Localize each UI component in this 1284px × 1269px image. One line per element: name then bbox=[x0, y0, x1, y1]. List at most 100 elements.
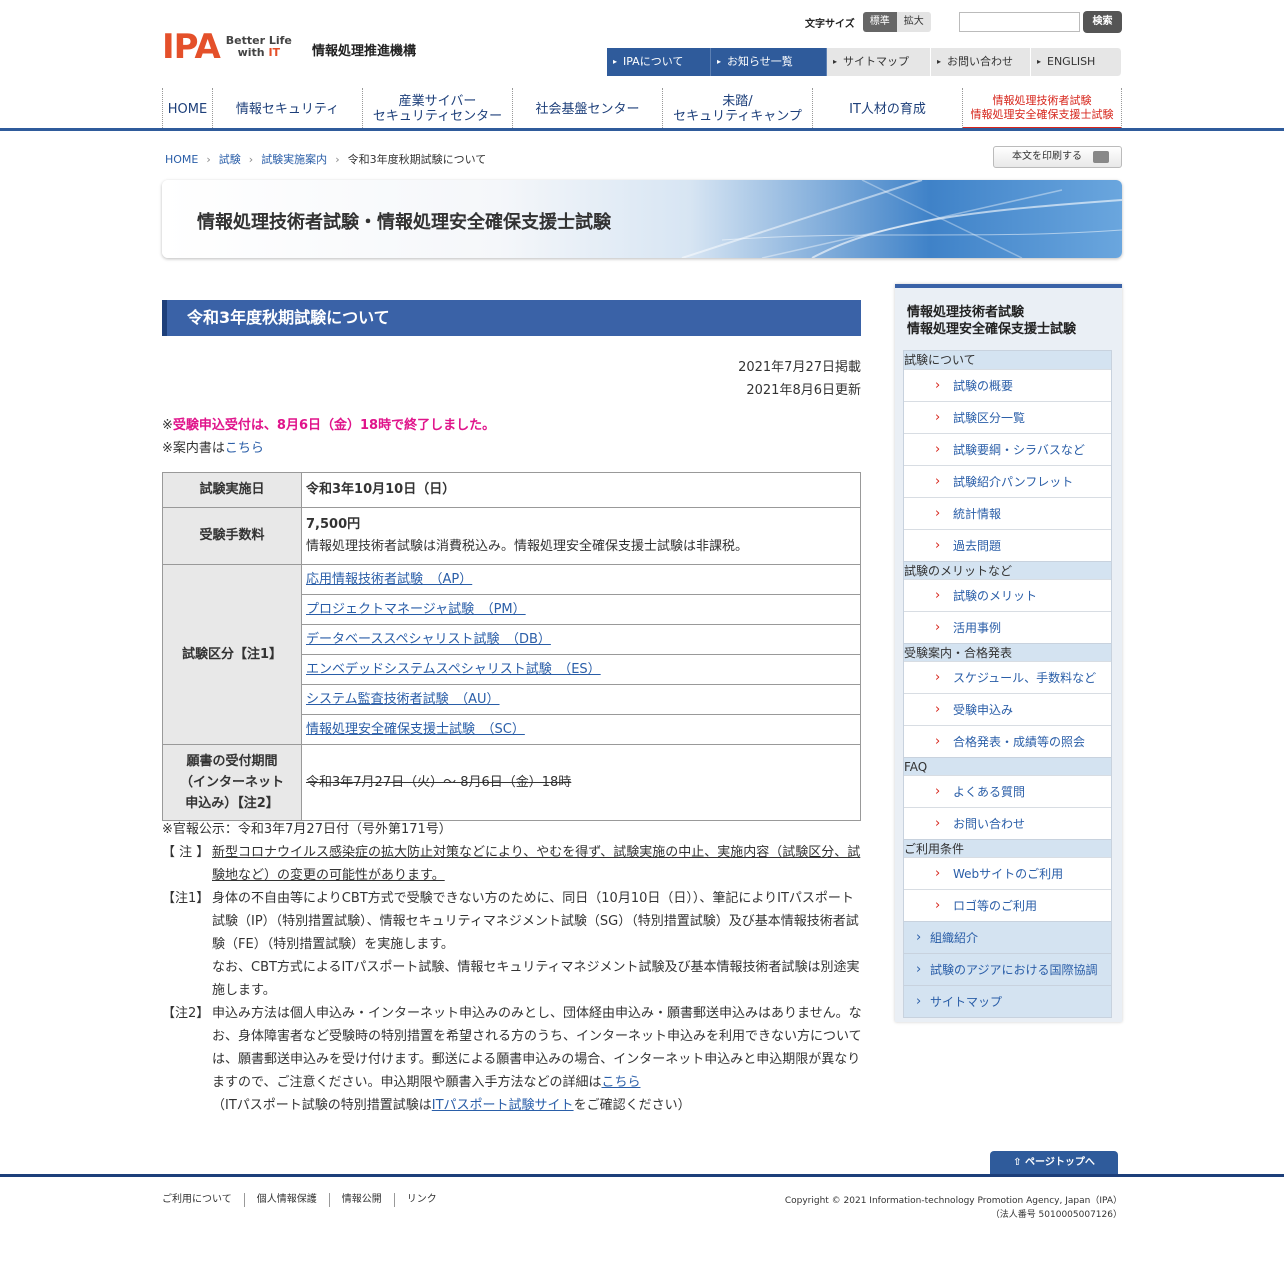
exam-link-es[interactable]: エンベデッドシステムスペシャリスト試験 （ES） bbox=[306, 662, 601, 677]
site-header: IPA Better Life with IT 情報処理推進機構 文字サイズ 標… bbox=[0, 0, 1284, 132]
sidebar-item-apply[interactable]: 受験申込み bbox=[904, 693, 1111, 726]
gnav-icscoe[interactable]: 産業サイバー セキュリティセンター bbox=[362, 88, 512, 130]
footer-link-privacy[interactable]: 個人情報保護 bbox=[243, 1193, 329, 1207]
search-button[interactable]: 検索 bbox=[1083, 11, 1122, 33]
sidebar-item-past-questions[interactable]: 過去問題 bbox=[904, 529, 1111, 562]
sidebar-item-website-terms[interactable]: Webサイトのご利用 bbox=[904, 857, 1111, 890]
application-closed-notice: ※受験申込受付は、8月6日（金）18時で終了しました。 bbox=[162, 418, 496, 433]
font-size-switcher: 文字サイズ 標準 拡大 bbox=[805, 12, 931, 32]
footer-link-links[interactable]: リンク bbox=[393, 1193, 449, 1207]
exam-category-label: 試験区分【注1】 bbox=[162, 564, 302, 745]
exam-category-cell: プロジェクトマネージャ試験 （PM） bbox=[301, 594, 861, 625]
exam-fee-note: 情報処理技術者試験は消費税込み。情報処理安全確保支援士試験は非課税。 bbox=[306, 539, 749, 554]
notes-block: ※官報公示：令和3年7月27日付（号外第171号） 【 注 】 新型コロナウイル… bbox=[162, 818, 862, 1117]
gnav-security[interactable]: 情報セキュリティ bbox=[212, 88, 362, 130]
note-label: 【注2】 bbox=[162, 1006, 210, 1021]
util-nav-english[interactable]: ENGLISH bbox=[1031, 48, 1122, 76]
sidebar-item-categories[interactable]: 試験区分一覧 bbox=[904, 401, 1111, 434]
sidebar-category: 試験について bbox=[904, 351, 1111, 369]
footer-links: ご利用について 個人情報保護 情報公開 リンク bbox=[162, 1193, 449, 1207]
guide-link[interactable]: こちら bbox=[225, 441, 264, 456]
exam-date-value: 令和3年10月10日（日） bbox=[301, 472, 861, 508]
breadcrumb-exam[interactable]: 試験 bbox=[219, 151, 241, 167]
ipa-logo[interactable]: IPA Better Life with IT bbox=[162, 30, 292, 64]
exam-link-pm[interactable]: プロジェクトマネージャ試験 （PM） bbox=[306, 602, 526, 617]
note-label: 【 注 】 bbox=[162, 845, 210, 860]
footer-link-terms[interactable]: ご利用について bbox=[162, 1193, 244, 1207]
sidebar-link-asia[interactable]: 試験のアジアにおける国際協調 bbox=[904, 953, 1111, 986]
page-title: 令和3年度秋期試験について bbox=[162, 300, 861, 336]
breadcrumb-home[interactable]: HOME bbox=[165, 153, 198, 166]
exam-category-cell: 情報処理安全確保支援士試験 （SC） bbox=[301, 714, 861, 745]
sidebar-item-schedule[interactable]: スケジュール、手数料など bbox=[904, 661, 1111, 694]
sidebar-item-overview[interactable]: 試験の概要 bbox=[904, 369, 1111, 402]
chevron-right-icon: › bbox=[206, 152, 211, 166]
sidebar-item-contact[interactable]: お問い合わせ bbox=[904, 807, 1111, 840]
utility-nav: IPAについて お知らせ一覧 サイトマップ お問い合わせ ENGLISH bbox=[607, 48, 1122, 76]
util-nav-about[interactable]: IPAについて bbox=[607, 48, 711, 76]
publish-dates: 2021年7月27日掲載 2021年8月6日更新 bbox=[600, 356, 861, 402]
font-size-large-button[interactable]: 拡大 bbox=[896, 12, 931, 32]
search-input[interactable] bbox=[959, 12, 1080, 32]
chevron-right-icon: › bbox=[335, 152, 340, 166]
note-label: 【注1】 bbox=[162, 891, 210, 906]
sidebar-link-sitemap[interactable]: サイトマップ bbox=[904, 985, 1111, 1018]
application-period-value: 令和3年7月27日（火）～ 8月6日（金）18時 bbox=[301, 744, 861, 821]
sidebar-item-pamphlet[interactable]: 試験紹介パンフレット bbox=[904, 465, 1111, 498]
gnav-home[interactable]: HOME bbox=[162, 88, 212, 130]
exam-link-sc[interactable]: 情報処理安全確保支援士試験 （SC） bbox=[306, 722, 525, 737]
breadcrumb-current: 令和3年度秋期試験について bbox=[347, 153, 487, 166]
arrow-up-icon: ⇧ bbox=[1013, 1157, 1026, 1168]
util-nav-contact[interactable]: お問い合わせ bbox=[931, 48, 1031, 76]
chevron-right-icon: › bbox=[248, 152, 254, 166]
gazette-note: ※官報公示：令和3年7月27日付（号外第171号） bbox=[162, 822, 452, 837]
copyright: Copyright © 2021 Information-technology … bbox=[784, 1196, 1122, 1220]
exam-link-db[interactable]: データベーススペシャリスト試験 （DB） bbox=[306, 632, 551, 647]
sidebar-item-cases[interactable]: 活用事例 bbox=[904, 611, 1111, 644]
gnav-it-talent[interactable]: IT人材の育成 bbox=[812, 88, 962, 130]
exam-fee-label: 受験手数料 bbox=[162, 507, 302, 565]
printer-icon bbox=[1093, 151, 1109, 163]
sidebar-category: ご利用条件 bbox=[904, 839, 1111, 857]
font-size-label: 文字サイズ bbox=[805, 18, 855, 30]
sidebar-item-faq[interactable]: よくある質問 bbox=[904, 775, 1111, 808]
note-body: 新型コロナウイルス感染症の拡大防止対策などにより、やむを得ず、試験実施の中止、実… bbox=[212, 845, 861, 883]
exam-link-au[interactable]: システム監査技術者試験 （AU） bbox=[306, 692, 500, 707]
exam-category-cell: データベーススペシャリスト試験 （DB） bbox=[301, 624, 861, 655]
exam-date-label: 試験実施日 bbox=[162, 472, 302, 508]
note-1: 【注1】 身体の不自由等によりCBT方式で受験できない方のために、同日（10月1… bbox=[162, 887, 862, 1002]
exam-fee-cell: 7,500円 情報処理技術者試験は消費税込み。情報処理安全確保支援士試験は非課税… bbox=[301, 507, 861, 565]
footer-link-disclosure[interactable]: 情報公開 bbox=[328, 1193, 394, 1207]
exam-link-ap[interactable]: 応用情報技術者試験 （AP） bbox=[306, 572, 472, 587]
guide-notice: ※案内書はこちら bbox=[162, 441, 264, 456]
date-updated: 2021年8月6日更新 bbox=[746, 383, 861, 398]
note-2: 【注2】 申込み方法は個人申込み・インターネット申込みのみとし、団体経由申込み・… bbox=[162, 1002, 862, 1117]
breadcrumb-exam-guide[interactable]: 試験実施案内 bbox=[261, 151, 327, 167]
sidebar-item-logo-terms[interactable]: ロゴ等のご利用 bbox=[904, 889, 1111, 922]
closed-message: 受験申込受付は、8月6日（金）18時で終了しました。 bbox=[172, 418, 496, 433]
it-passport-site-link[interactable]: ITパスポート試験サイト bbox=[432, 1098, 574, 1113]
sidebar-item-syllabus[interactable]: 試験要綱・シラバスなど bbox=[904, 433, 1111, 466]
sidebar-item-results[interactable]: 合格発表・成績等の照会 bbox=[904, 725, 1111, 758]
util-nav-news[interactable]: お知らせ一覧 bbox=[711, 48, 827, 76]
util-nav-sitemap[interactable]: サイトマップ bbox=[827, 48, 931, 76]
sidebar-item-merits[interactable]: 試験のメリット bbox=[904, 579, 1111, 612]
application-detail-link[interactable]: こちら bbox=[601, 1075, 640, 1090]
note-body: 身体の不自由等によりCBT方式で受験できない方のために、同日（10月10日（日）… bbox=[212, 891, 860, 998]
gnav-exam[interactable]: 情報処理技術者試験 情報処理安全確保支援士試験 bbox=[962, 88, 1122, 130]
font-size-standard-button[interactable]: 標準 bbox=[862, 12, 897, 32]
breadcrumb: HOME › 試験 › 試験実施案内 › 令和3年度秋期試験について bbox=[165, 151, 486, 167]
table-row: 受験手数料 7,500円 情報処理技術者試験は消費税込み。情報処理安全確保支援士… bbox=[162, 507, 861, 565]
gnav-mitou[interactable]: 未踏/ セキュリティキャンプ bbox=[662, 88, 812, 130]
gnav-social-infra[interactable]: 社会基盤センター bbox=[512, 88, 662, 130]
sidebar-link-organization[interactable]: 組織紹介 bbox=[904, 921, 1111, 954]
exam-info-table: 試験実施日 令和3年10月10日（日） 受験手数料 7,500円 情報処理技術者… bbox=[162, 472, 861, 821]
print-button[interactable]: 本文を印刷する bbox=[993, 146, 1122, 168]
section-banner: 情報処理技術者試験・情報処理安全確保支援士試験 bbox=[162, 180, 1122, 258]
sidebar-category: 受験案内・合格発表 bbox=[904, 643, 1111, 661]
page-top-button[interactable]: ⇧ ページトップへ bbox=[990, 1151, 1118, 1175]
application-period-label: 願書の受付期間 （インターネット 申込み）【注2】 bbox=[162, 744, 302, 821]
banner-title: 情報処理技術者試験・情報処理安全確保支援士試験 bbox=[197, 212, 611, 233]
sidebar-item-statistics[interactable]: 統計情報 bbox=[904, 497, 1111, 530]
org-name[interactable]: 情報処理推進機構 bbox=[312, 40, 416, 59]
